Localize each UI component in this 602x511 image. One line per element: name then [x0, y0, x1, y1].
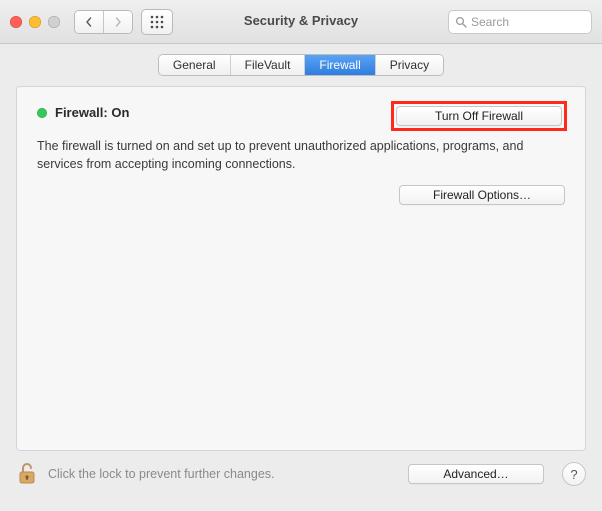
chevron-left-icon — [84, 17, 94, 27]
search-icon — [455, 16, 467, 28]
turn-off-highlight: Turn Off Firewall — [391, 101, 567, 131]
forward-button — [103, 11, 132, 33]
back-button[interactable] — [75, 11, 103, 33]
zoom-window-icon — [48, 16, 60, 28]
window-controls — [10, 16, 60, 28]
toolbar: Security & Privacy Search — [0, 0, 602, 44]
turn-off-firewall-button[interactable]: Turn Off Firewall — [396, 106, 562, 126]
advanced-button[interactable]: Advanced… — [408, 464, 544, 484]
help-button[interactable]: ? — [562, 462, 586, 486]
tab-general[interactable]: General — [159, 55, 231, 75]
tab-privacy[interactable]: Privacy — [376, 55, 443, 75]
tab-bar: General FileVault Firewall Privacy — [0, 44, 602, 76]
firewall-description: The firewall is turned on and set up to … — [37, 138, 547, 173]
tab-filevault[interactable]: FileVault — [231, 55, 306, 75]
footer: Click the lock to prevent further change… — [0, 451, 602, 487]
firewall-panel: Firewall: On Turn Off Firewall The firew… — [16, 86, 586, 451]
tab-firewall[interactable]: Firewall — [305, 55, 375, 75]
firewall-options-button[interactable]: Firewall Options… — [399, 185, 565, 205]
search-placeholder: Search — [471, 15, 509, 29]
firewall-status-label: Firewall: On — [55, 105, 129, 120]
lock-button[interactable] — [16, 461, 38, 487]
unlocked-lock-icon — [17, 462, 37, 486]
lock-hint-text: Click the lock to prevent further change… — [48, 467, 275, 481]
search-input[interactable]: Search — [448, 10, 592, 34]
chevron-right-icon — [113, 17, 123, 27]
grid-icon — [150, 15, 164, 29]
close-window-icon[interactable] — [10, 16, 22, 28]
nav-back-forward — [74, 10, 133, 34]
show-all-button[interactable] — [141, 9, 173, 35]
status-on-icon — [37, 108, 47, 118]
minimize-window-icon[interactable] — [29, 16, 41, 28]
